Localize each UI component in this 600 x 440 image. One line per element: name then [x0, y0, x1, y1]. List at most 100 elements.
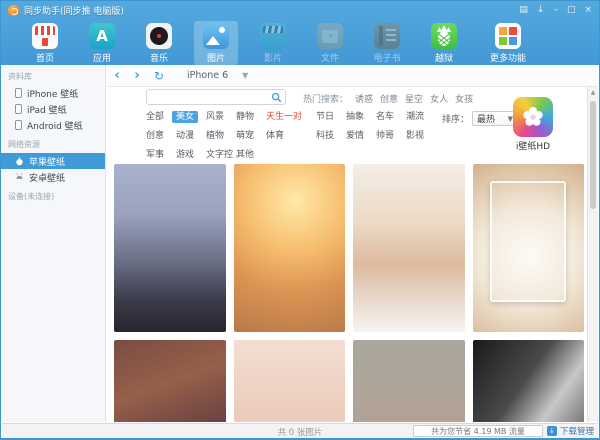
sidebar-item-android-wallpaper[interactable]: Android 壁纸: [1, 117, 105, 133]
wallpaper-thumbnail[interactable]: [473, 164, 585, 332]
hot-term[interactable]: 创意: [380, 95, 398, 105]
traffic-savings-box: 共为您节省 4.19 MB 流量: [413, 425, 543, 437]
minimize-to-tray-icon[interactable]: ↓: [537, 5, 545, 15]
sort-value: 最热: [477, 112, 495, 125]
category-handsome[interactable]: 帅哥: [376, 128, 402, 141]
category-tech[interactable]: 科技: [316, 128, 342, 141]
category-beauty-active[interactable]: 美女: [176, 109, 202, 122]
wallpaper-app-promo[interactable]: i壁纸HD: [511, 97, 555, 152]
category-sports[interactable]: 体育: [266, 128, 312, 141]
category-typography[interactable]: 文字控: [206, 147, 232, 160]
category-festival[interactable]: 节日: [316, 109, 342, 122]
device-selector-label[interactable]: iPhone 6: [187, 70, 228, 81]
tab-photos[interactable]: 图片: [194, 21, 238, 65]
ebook-icon: [374, 23, 400, 49]
wallpaper-thumbnail[interactable]: [234, 340, 346, 422]
hot-search: 热门搜索：诱惑创意星空女人女孩: [303, 92, 473, 105]
category-stilllife[interactable]: 静物: [236, 109, 262, 122]
tab-jailbreak[interactable]: 越狱: [422, 21, 466, 65]
sidebar-item-label: 安卓壁纸: [29, 171, 65, 184]
search-icon[interactable]: [271, 92, 282, 103]
back-button[interactable]: ‹: [107, 66, 127, 86]
tab-more-features[interactable]: 更多功能: [479, 21, 537, 65]
apple-icon: [15, 156, 24, 166]
vertical-scrollbar[interactable]: ▲: [587, 87, 598, 422]
tab-ebooks[interactable]: 电子书: [365, 21, 409, 65]
hot-term[interactable]: 女人: [430, 95, 448, 105]
wallpaper-thumbnail[interactable]: [234, 164, 346, 332]
category-games[interactable]: 游戏: [176, 147, 202, 160]
tab-files[interactable]: 文件: [308, 21, 352, 65]
music-icon: [146, 23, 172, 49]
wallpaper-hd-app-icon: [513, 97, 553, 137]
search-input[interactable]: [151, 91, 266, 103]
category-creative[interactable]: 创意: [146, 128, 172, 141]
sidebar-section-device-disconnected: 设备(未连接): [1, 185, 105, 205]
download-manager-label: 下载管理: [560, 425, 594, 437]
category-other[interactable]: 其他: [236, 147, 262, 160]
sidebar-item-apple-wallpaper[interactable]: 苹果壁纸: [1, 153, 105, 169]
tab-music[interactable]: 音乐: [137, 21, 181, 65]
tab-jailbreak-label: 越狱: [435, 51, 453, 64]
sidebar-item-label: Android 壁纸: [27, 119, 83, 132]
tab-home-label: 首页: [36, 51, 54, 64]
tab-ebooks-label: 电子书: [373, 51, 400, 64]
android-icon: [15, 172, 24, 182]
scroll-up-arrow-icon[interactable]: ▲: [588, 87, 598, 98]
sidebar-item-ipad-wallpaper[interactable]: iPad 壁纸: [1, 101, 105, 117]
home-icon: [32, 23, 58, 49]
hot-term[interactable]: 诱惑: [355, 95, 373, 105]
wallpaper-thumbnail[interactable]: [473, 340, 585, 422]
sidebar-item-android-online-wallpaper[interactable]: 安卓壁纸: [1, 169, 105, 185]
titlebar: 同步助手(同步推 电脑版) ▤ ↓ – □ ×: [1, 1, 599, 19]
wallpaper-thumbnail[interactable]: [353, 340, 465, 422]
sidebar-section-online: 网络资源: [1, 133, 105, 153]
tab-photos-label: 图片: [207, 51, 225, 64]
minimize-icon[interactable]: –: [553, 5, 558, 15]
refresh-button[interactable]: ↻: [147, 69, 171, 83]
forward-button[interactable]: ›: [127, 66, 147, 86]
device-dropdown-caret-icon[interactable]: ▼: [242, 71, 248, 80]
category-pets[interactable]: 萌宠: [236, 128, 262, 141]
close-icon[interactable]: ×: [584, 5, 592, 15]
category-anime[interactable]: 动漫: [176, 128, 202, 141]
category-scenery[interactable]: 风景: [206, 109, 232, 122]
photo-inner-frame: [490, 181, 566, 302]
tab-apps-label: 应用: [93, 51, 111, 64]
wallpaper-thumbnail[interactable]: [114, 340, 226, 422]
hot-term[interactable]: 女孩: [455, 95, 473, 105]
tab-videos[interactable]: 影片: [251, 21, 295, 65]
navigation-bar: ‹ › ↻ iPhone 6 ▼: [107, 65, 598, 87]
category-cars[interactable]: 名车: [376, 109, 402, 122]
scrollbar-thumb[interactable]: [590, 101, 596, 209]
category-filter: 全部 美女 风景 静物 天生一对 节日 抽象 名车 潮流 创意 动漫 植物 萌宠…: [146, 109, 432, 160]
active-category-chip: 美女: [172, 111, 198, 123]
sidebar-item-label: 苹果壁纸: [29, 155, 65, 168]
wallpaper-thumbnail[interactable]: [114, 164, 226, 332]
category-love[interactable]: 爱情: [346, 128, 372, 141]
sort-control: 排序： 最热 ▼: [442, 111, 518, 126]
category-trend[interactable]: 潮流: [406, 109, 432, 122]
download-manager[interactable]: ↓ 下载管理: [547, 425, 594, 437]
category-abstract[interactable]: 抽象: [346, 109, 372, 122]
more-features-icon: [495, 23, 521, 49]
skin-icon[interactable]: ▤: [519, 5, 528, 15]
category-plants[interactable]: 植物: [206, 128, 232, 141]
jailbreak-pineapple-icon: [431, 23, 457, 49]
hot-term[interactable]: 星空: [405, 95, 423, 105]
category-military[interactable]: 军事: [146, 147, 172, 160]
wallpaper-grid: [114, 164, 584, 422]
maximize-icon[interactable]: □: [567, 5, 576, 15]
tab-apps[interactable]: 应用: [80, 21, 124, 65]
device-outline-icon: [15, 88, 22, 98]
wallpaper-thumbnail[interactable]: [353, 164, 465, 332]
category-movies[interactable]: 影视: [406, 128, 432, 141]
category-couple-red[interactable]: 天生一对: [266, 109, 312, 122]
sidebar-item-iphone-wallpaper[interactable]: iPhone 壁纸: [1, 85, 105, 101]
tab-home[interactable]: 首页: [23, 21, 67, 65]
tab-music-label: 音乐: [150, 51, 168, 64]
category-all[interactable]: 全部: [146, 109, 172, 122]
sidebar: 资料库 iPhone 壁纸 iPad 壁纸 Android 壁纸 网络资源 苹果…: [1, 65, 106, 422]
photos-icon: [203, 23, 229, 49]
header: 同步助手(同步推 电脑版) ▤ ↓ – □ × 首页 应用 音乐: [1, 1, 599, 65]
